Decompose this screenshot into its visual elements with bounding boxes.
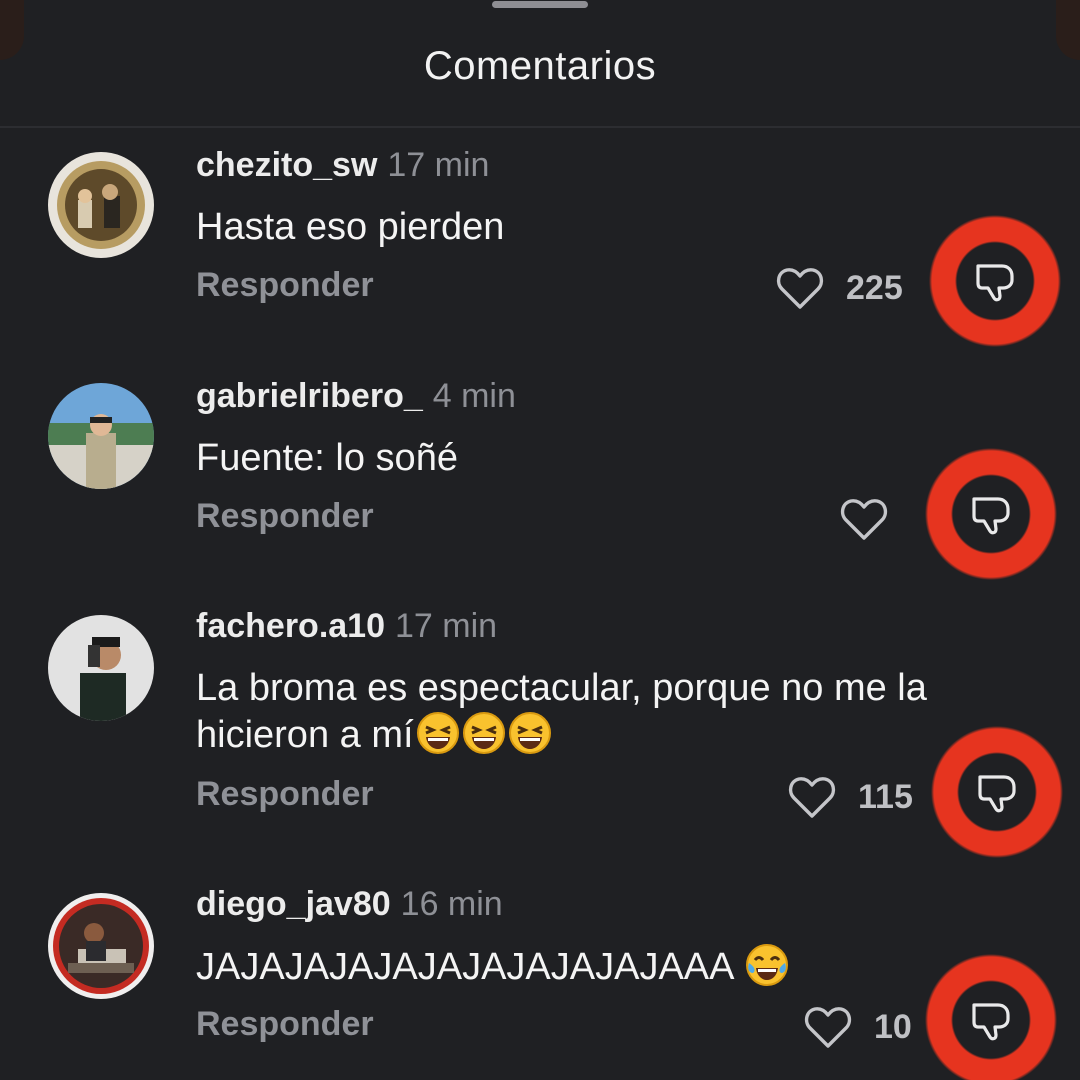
thumbs-down-icon <box>972 497 1010 535</box>
heart-outline-icon[interactable] <box>776 266 824 310</box>
avatar[interactable] <box>48 893 154 999</box>
reply-button[interactable]: Responder <box>196 1005 374 1044</box>
laughing-emoji-icon <box>462 712 505 754</box>
avatar[interactable] <box>48 383 154 489</box>
comment-text-content: JAJAJAJAJAJAJAJAJAJAJAAA <box>196 946 733 988</box>
comment-timestamp: 17 min <box>395 607 498 645</box>
comment-text-line: hicieron a mí <box>196 714 414 756</box>
comment-header: fachero.a10 17 min <box>196 607 497 646</box>
comment-header: gabrielribero_ 4 min <box>196 377 516 416</box>
like-control: 115 <box>788 775 920 819</box>
comment-timestamp: 17 min <box>387 146 490 184</box>
comment-text: Hasta eso pierden <box>196 206 505 248</box>
comment-text: JAJAJAJAJAJAJAJAJAJAJAAA <box>196 943 1036 990</box>
comment-username[interactable]: chezito_sw <box>196 146 377 184</box>
comment-text: Fuente: lo soñé <box>196 437 458 479</box>
drag-handle[interactable] <box>492 1 588 8</box>
heart-outline-icon[interactable] <box>840 497 888 541</box>
thumbs-down-icon <box>972 1003 1010 1041</box>
laughing-emoji-icon <box>508 712 551 754</box>
comment-username[interactable]: gabrielribero_ <box>196 377 423 415</box>
laughing-emoji-icon <box>416 712 459 754</box>
like-count: 115 <box>858 777 913 816</box>
avatar[interactable] <box>48 152 154 258</box>
thumbs-down-icon <box>978 775 1016 813</box>
heart-outline-icon[interactable] <box>788 775 836 819</box>
comment-username[interactable]: diego_jav80 <box>196 885 391 923</box>
comment-timestamp: 4 min <box>432 377 516 415</box>
like-count: 225 <box>846 268 903 307</box>
dislike-button[interactable] <box>924 447 1058 581</box>
reply-button[interactable]: Responder <box>196 266 374 305</box>
dislike-button[interactable] <box>928 214 1062 348</box>
reply-button[interactable]: Responder <box>196 775 374 814</box>
avatar[interactable] <box>48 615 154 721</box>
reply-button[interactable]: Responder <box>196 497 374 536</box>
comment-header: chezito_sw 17 min <box>196 146 489 185</box>
thumbs-down-icon <box>976 264 1014 302</box>
page-title: Comentarios <box>423 44 657 88</box>
comments-sheet: Comentarios chezito_sw 17 min Hasta eso p… <box>0 0 1080 1080</box>
heart-outline-icon[interactable] <box>804 1005 852 1049</box>
comment-text-line: La broma es espectacular, porque no me l… <box>196 667 927 709</box>
like-control: 225 <box>776 266 908 310</box>
like-control: 10 <box>804 1005 936 1049</box>
dislike-button[interactable] <box>924 953 1058 1080</box>
comment-username[interactable]: fachero.a10 <box>196 607 385 645</box>
comment-text-line-2: hicieron a mí <box>196 711 1036 758</box>
comments-header: Comentarios <box>0 0 1080 128</box>
dislike-button[interactable] <box>930 725 1064 859</box>
tears-of-joy-emoji-icon <box>745 944 788 986</box>
comment-header: diego_jav80 16 min <box>196 885 503 924</box>
comment-text: La broma es espectacular, porque no me l… <box>196 665 1036 758</box>
comment-timestamp: 16 min <box>400 885 503 923</box>
